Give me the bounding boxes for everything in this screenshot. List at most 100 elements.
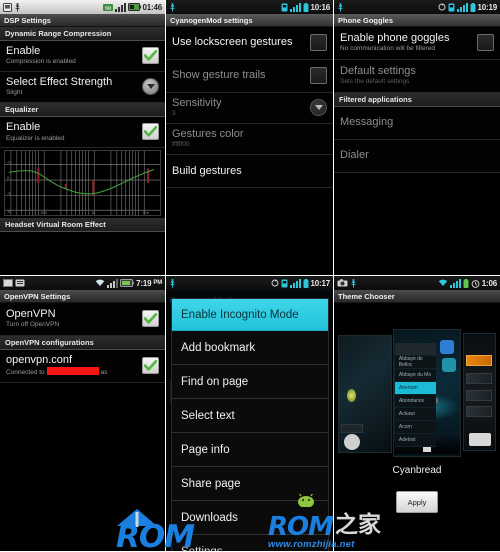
sync-icon (271, 279, 279, 287)
row-subtitle: Compression is enabled (6, 58, 76, 66)
list-item: Acorn (394, 421, 436, 434)
row-subtitle: 3 (172, 110, 176, 118)
theme-preview-stage: Abbaye de Belloc Abbaye du Mo Abertam Ab… (334, 303, 500, 551)
panel-dsp-settings: SD 01:46 DSP Settings Dynamic Range Comp… (0, 0, 166, 276)
theme-name: Cyanbread (392, 465, 442, 476)
menu-item-page-info[interactable]: Page info (172, 433, 328, 467)
sim-icon (15, 279, 25, 287)
usb-icon (337, 2, 344, 12)
contact-row (465, 389, 493, 401)
panel-browser-menu: 10:17 CyanogenMod Enable Incognito Mode (166, 276, 334, 552)
dropdown-effect-strength[interactable] (142, 78, 159, 96)
row-app-messaging[interactable]: Messaging (334, 107, 500, 140)
usb-icon (350, 278, 357, 288)
signal-icon (114, 2, 126, 12)
status-bar-theme: 1:06 (334, 276, 500, 290)
row-subtitle: Sets the default settings (340, 78, 410, 86)
row-openvpn-toggle[interactable]: OpenVPN Turn off OpenVPN (0, 303, 165, 336)
titlebar-openvpn: OpenVPN Settings (0, 290, 165, 303)
row-title: Use lockscreen gestures (172, 36, 293, 49)
preview-theme-list: Abbaye de Belloc Abbaye du Mo Abertam Ab… (394, 343, 436, 447)
row-select-effect-strength[interactable]: Select Effect Strength Slight (0, 72, 165, 104)
alarm-icon (471, 279, 480, 288)
row-openvpn-conf[interactable]: openvpn.conf Connected to as (0, 350, 165, 384)
row-subtitle: Turn off OpenVPN (6, 321, 60, 329)
row-enable-equalizer[interactable]: Enable Equalizer is enabled (0, 117, 165, 149)
checkbox-phone-goggles[interactable] (477, 34, 494, 51)
wifi-icon (438, 279, 448, 287)
signal-icon (289, 278, 301, 288)
section-label-filtered-applications: Filtered applications (334, 93, 500, 107)
row-title: Enable phone goggles (340, 31, 450, 44)
svg-text:SD: SD (104, 5, 111, 10)
row-subtitle: Connected to as (6, 367, 137, 377)
menu-item-settings[interactable]: Settings (172, 535, 328, 551)
list-item: Abbaye du Mo (394, 369, 436, 382)
list-item: Adelost (394, 434, 436, 447)
battery-icon (470, 2, 476, 12)
camera-icon (337, 279, 348, 287)
apply-button[interactable]: Apply (396, 491, 438, 513)
checkbox-openvpn[interactable] (142, 310, 159, 327)
titlebar-cyanogenmod: CyanogenMod settings (166, 14, 333, 27)
signal-icon (289, 2, 301, 12)
section-label-equalizer: Equalizer (0, 103, 165, 118)
row-subtitle: Equalizer is enabled (6, 134, 65, 142)
section-label-drc: Dynamic Range Compression (0, 27, 165, 41)
redacted-hostname (46, 367, 99, 376)
row-subtitle: ffffff00 (172, 141, 190, 149)
signal-icon (456, 2, 468, 12)
battery-icon (303, 278, 309, 288)
row-enable-compression[interactable]: Enable Compression is enabled (0, 41, 165, 73)
list-header (394, 343, 436, 356)
wifi-icon (95, 279, 105, 287)
theme-preview-image[interactable]: Abbaye de Belloc Abbaye du Mo Abertam Ab… (338, 329, 496, 457)
checkbox-lockscreen-gestures[interactable] (310, 34, 327, 51)
preview-pane-right (462, 333, 496, 451)
checkbox-equalizer[interactable] (142, 123, 159, 141)
menu-item-downloads[interactable]: Downloads (172, 501, 328, 535)
sd-card-icon (448, 3, 455, 12)
battery-icon (120, 279, 134, 287)
row-sensitivity: Sensitivity 3 (166, 93, 333, 125)
row-title: OpenVPN (6, 307, 56, 320)
row-title: Messaging (340, 116, 394, 129)
status-bar-cm: 10:16 (166, 0, 333, 14)
panel-openvpn-settings: 7:19 PM OpenVPN Settings OpenVPN Turn of… (0, 276, 166, 552)
menu-item-enable-incognito-mode[interactable]: Enable Incognito Mode (172, 299, 328, 331)
usb-icon (169, 278, 176, 288)
row-title: Build gestures (172, 164, 242, 177)
browser-options-menu: Enable Incognito Mode Add bookmark Find … (171, 298, 329, 551)
row-use-lockscreen-gestures[interactable]: Use lockscreen gestures (166, 27, 333, 60)
row-subtitle: No communication will be filtered (340, 45, 436, 53)
row-title: openvpn.conf (6, 354, 73, 366)
titlebar-dsp: DSP Settings (0, 14, 165, 27)
list-item: Ackawi (394, 408, 436, 421)
row-title: Select Effect Strength (6, 76, 113, 89)
status-time: 1:06 (481, 278, 497, 288)
menu-item-select-text[interactable]: Select text (172, 399, 328, 433)
svg-text:-6: -6 (7, 209, 10, 214)
preview-pane-left (338, 335, 392, 453)
menu-item-add-bookmark[interactable]: Add bookmark (172, 331, 328, 365)
sync-icon: SD (102, 3, 113, 12)
dropdown-sensitivity (310, 99, 327, 117)
row-title: Show gesture trails (172, 69, 266, 82)
checkbox-compression[interactable] (142, 47, 159, 65)
menu-item-find-on-page[interactable]: Find on page (172, 365, 328, 399)
status-time: 10:16 (310, 2, 331, 12)
checkbox-openvpn-conf[interactable] (142, 357, 159, 375)
menu-item-share-page[interactable]: Share page (172, 467, 328, 501)
row-build-gestures[interactable]: Build gestures (166, 155, 333, 189)
section-label-headset-room: Headset Virtual Room Effect (0, 218, 165, 233)
row-app-dialer[interactable]: Dialer (334, 140, 500, 173)
row-enable-phone-goggles[interactable]: Enable phone goggles No communication wi… (334, 27, 500, 60)
usb-icon (14, 2, 21, 12)
list-item: Abondance (394, 395, 436, 408)
row-default-settings: Default settings Sets the default settin… (334, 60, 500, 93)
row-title: Enable (6, 121, 41, 134)
row-title: Gestures color (172, 128, 244, 141)
status-bar-openvpn: 7:19 PM (0, 276, 165, 290)
subtitle-prefix: Connected to (6, 369, 45, 377)
equalizer-chart[interactable]: +3 0 -3 -6 100 1k 10k (4, 150, 161, 217)
